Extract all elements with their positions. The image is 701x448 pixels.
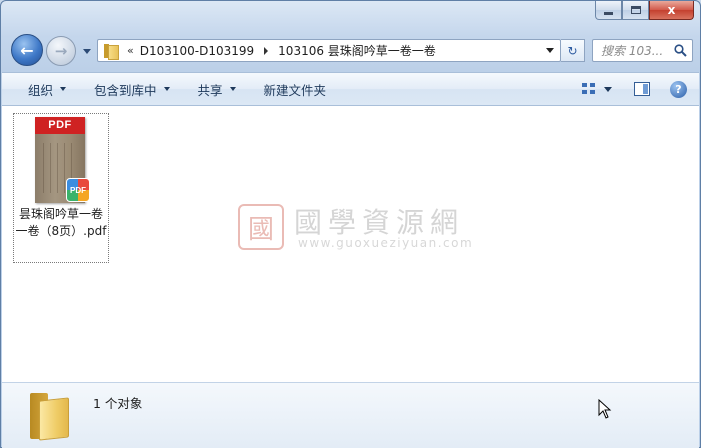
organize-label: 组织: [28, 82, 54, 98]
include-in-library-label: 包含到库中: [94, 82, 157, 98]
new-folder-button[interactable]: 新建文件夹: [254, 77, 337, 101]
cursor-icon: [598, 399, 612, 419]
refresh-button[interactable]: ↻: [561, 39, 585, 62]
search-input[interactable]: [601, 43, 669, 58]
folder-icon: [30, 389, 70, 441]
chevron-down-icon: [229, 87, 236, 91]
include-in-library-button[interactable]: 包含到库中: [84, 77, 180, 101]
chevron-down-icon: [60, 87, 67, 91]
breadcrumb-chevron-icon[interactable]: [264, 46, 269, 55]
maximize-icon: [630, 6, 641, 14]
search-icon[interactable]: [674, 44, 687, 57]
address-bar[interactable]: « D103100-D103199 103106 昙珠阁吟草一卷一卷: [97, 39, 561, 62]
minimize-button[interactable]: [595, 1, 622, 20]
watermark: 國 國學資源網 www.guoxueziyuan.com: [238, 201, 508, 256]
maximize-button[interactable]: [622, 1, 649, 20]
watermark-seal-icon: 國: [238, 204, 284, 250]
watermark-chinese: 國學資源網: [294, 206, 465, 239]
back-arrow-icon: ←: [20, 40, 34, 60]
new-folder-label: 新建文件夹: [263, 82, 327, 98]
refresh-icon: ↻: [567, 43, 578, 58]
address-dropdown-icon[interactable]: [546, 48, 554, 53]
details-pane: 1 个对象: [2, 382, 699, 448]
view-controls: ?: [582, 80, 687, 98]
share-label: 共享: [197, 82, 223, 98]
forward-button[interactable]: →: [46, 36, 76, 66]
search-box[interactable]: [592, 39, 693, 62]
views-dropdown-icon[interactable]: [604, 86, 612, 92]
breadcrumb-item[interactable]: D103100-D103199: [140, 44, 254, 58]
file-item[interactable]: PDF PDF 昙珠阁吟草一卷一卷（8页）.pdf: [13, 113, 109, 263]
caption-buttons: x: [595, 1, 694, 20]
forward-arrow-icon: →: [54, 42, 68, 60]
share-button[interactable]: 共享: [188, 77, 246, 101]
close-button[interactable]: x: [649, 1, 694, 20]
pdf-icon: PDF: [66, 178, 90, 202]
back-button[interactable]: ←: [11, 34, 43, 66]
breadcrumb-overflow[interactable]: «: [127, 44, 134, 57]
file-name-label: 昙珠阁吟草一卷一卷（8页）.pdf: [15, 207, 107, 238]
pdf-thumb-band: PDF: [35, 117, 85, 134]
object-count: 1 个对象: [93, 396, 143, 411]
folder-icon: [102, 43, 119, 60]
organize-button[interactable]: 组织: [18, 77, 76, 101]
watermark-english: www.guoxueziyuan.com: [298, 236, 474, 250]
views-icon[interactable]: [582, 83, 596, 95]
preview-pane-icon[interactable]: [634, 82, 650, 96]
recent-pages-dropdown[interactable]: [80, 44, 94, 58]
command-bar: 组织 包含到库中 共享 新建文件夹 ?: [2, 72, 699, 106]
chevron-down-icon: [163, 87, 170, 91]
explorer-window: x ← → « D103100-D103199 103106 昙珠阁吟草一卷一卷…: [0, 0, 701, 448]
breadcrumb-item[interactable]: 103106 昙珠阁吟草一卷一卷: [278, 42, 436, 59]
file-list-area[interactable]: PDF PDF 昙珠阁吟草一卷一卷（8页）.pdf 國 國學資源網 www.gu…: [2, 106, 699, 382]
minimize-icon: [604, 11, 613, 15]
close-icon: x: [667, 3, 676, 17]
help-icon[interactable]: ?: [670, 80, 687, 98]
